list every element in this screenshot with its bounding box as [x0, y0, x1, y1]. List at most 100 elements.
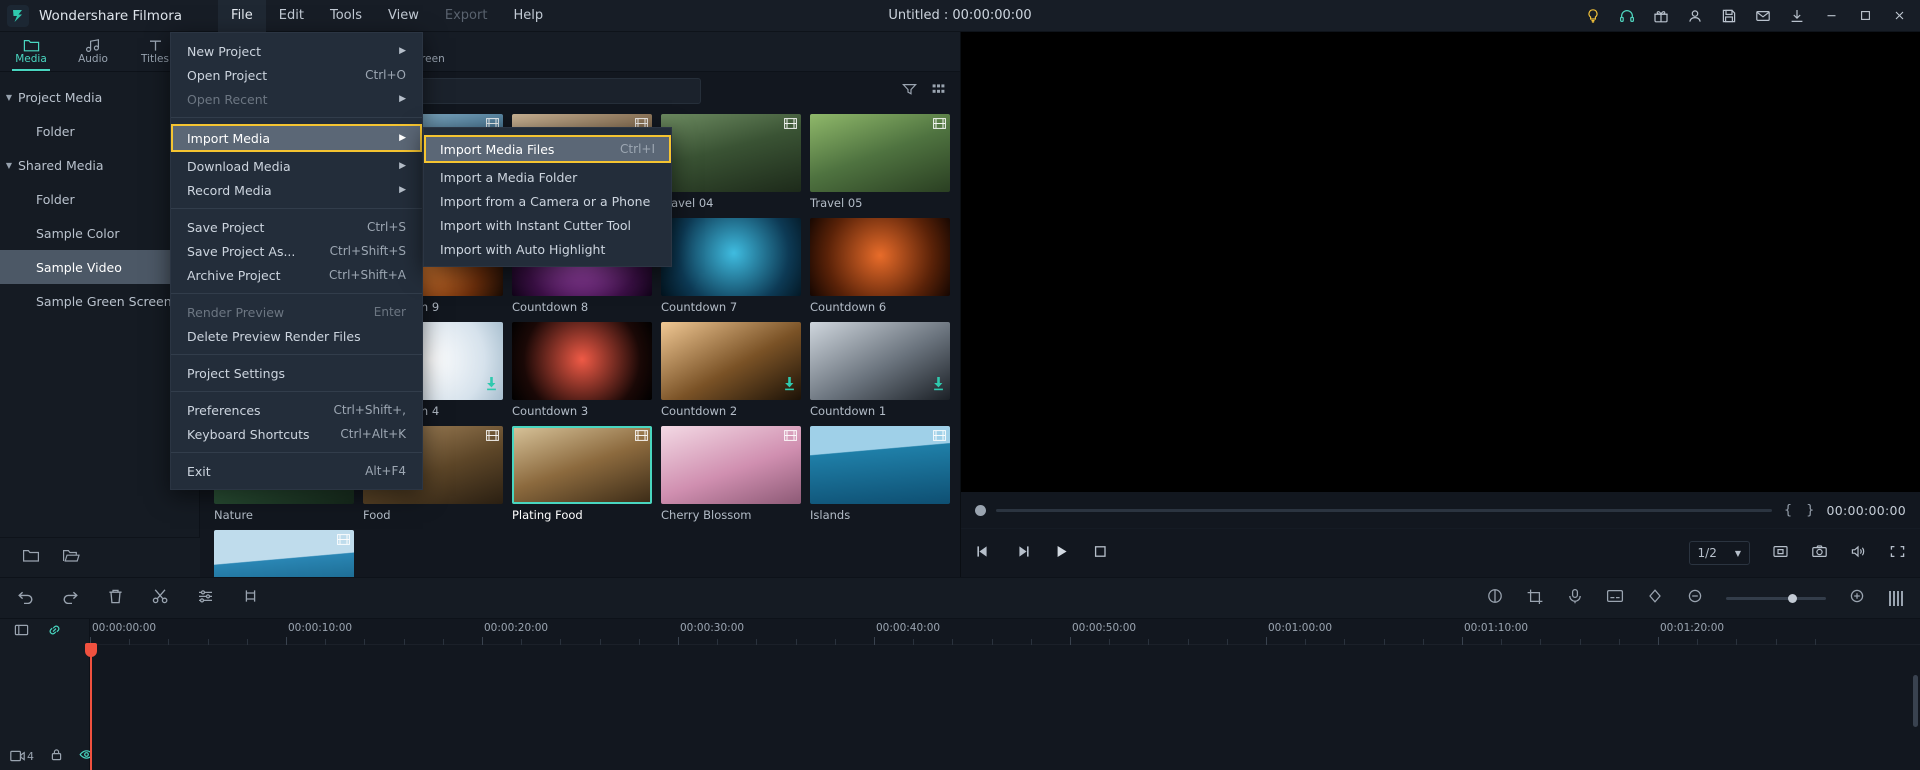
- marker-icon[interactable]: [241, 588, 260, 608]
- file-menu-item-archive-project[interactable]: Archive Project Ctrl+Shift+A: [171, 263, 422, 287]
- timeline-tracks[interactable]: [85, 643, 1920, 770]
- close-icon[interactable]: [1882, 0, 1916, 32]
- keyframe-icon[interactable]: [1646, 588, 1664, 608]
- media-thumbnail[interactable]: [810, 426, 950, 504]
- file-menu-item-download-media[interactable]: Download Media ▶: [171, 154, 422, 178]
- scrubber-track[interactable]: [996, 508, 1772, 512]
- crop-icon[interactable]: [1526, 588, 1544, 608]
- prev-frame-icon[interactable]: [975, 544, 992, 563]
- redo-icon[interactable]: [61, 588, 80, 608]
- mark-in-icon[interactable]: {: [1782, 503, 1794, 518]
- play-icon[interactable]: [1053, 544, 1070, 563]
- media-thumbnail[interactable]: [810, 218, 950, 296]
- file-menu-item-open-project[interactable]: Open Project Ctrl+O: [171, 63, 422, 87]
- gift-icon[interactable]: [1644, 0, 1678, 32]
- mark-out-icon[interactable]: }: [1804, 503, 1816, 518]
- media-item[interactable]: Islands: [810, 426, 950, 522]
- chevron-down-icon[interactable]: ▼: [0, 161, 18, 170]
- menu-help[interactable]: Help: [500, 0, 556, 32]
- snapshot-icon[interactable]: [1811, 544, 1828, 563]
- import-submenu-item-import-a-media-folder[interactable]: Import a Media Folder: [424, 165, 671, 189]
- file-menu-item-new-project[interactable]: New Project ▶: [171, 39, 422, 63]
- tab-media[interactable]: Media: [0, 31, 62, 71]
- chevron-down-icon[interactable]: ▼: [1735, 549, 1741, 558]
- zoom-out-icon[interactable]: [1686, 588, 1704, 608]
- file-menu-item-exit[interactable]: Exit Alt+F4: [171, 459, 422, 483]
- zoom-slider-handle[interactable]: [1788, 593, 1797, 603]
- save-icon[interactable]: [1712, 0, 1746, 32]
- zoom-slider[interactable]: [1726, 593, 1826, 603]
- timeline-scrollbar[interactable]: [1913, 675, 1918, 727]
- import-submenu-item-import-media-files[interactable]: Import Media Files Ctrl+I: [424, 135, 671, 163]
- tab-audio[interactable]: Audio: [62, 31, 124, 71]
- menu-view[interactable]: View: [375, 0, 432, 32]
- media-thumbnail[interactable]: [512, 426, 652, 504]
- playhead-handle[interactable]: [85, 643, 97, 657]
- file-menu-item-save-project-as[interactable]: Save Project As... Ctrl+Shift+S: [171, 239, 422, 263]
- maximize-icon[interactable]: [1848, 0, 1882, 32]
- media-thumbnail[interactable]: [512, 322, 652, 400]
- media-item[interactable]: Cherry Blossom: [661, 426, 801, 522]
- media-item[interactable]: Travel 04: [661, 114, 801, 210]
- link-icon[interactable]: [47, 623, 62, 641]
- fullscreen-icon[interactable]: [1772, 544, 1789, 563]
- media-item[interactable]: Countdown 6: [810, 218, 950, 314]
- folder-open-icon[interactable]: [62, 548, 80, 567]
- import-media-submenu[interactable]: Import Media Files Ctrl+I Import a Media F…: [423, 127, 672, 267]
- cut-icon[interactable]: [151, 588, 170, 608]
- download-badge-icon[interactable]: [485, 377, 498, 395]
- media-item[interactable]: Travel 05: [810, 114, 950, 210]
- media-thumbnail[interactable]: [810, 322, 950, 400]
- mixer-icon[interactable]: [196, 588, 215, 608]
- minimize-icon[interactable]: [1814, 0, 1848, 32]
- download-badge-icon[interactable]: [783, 377, 796, 395]
- mail-icon[interactable]: [1746, 0, 1780, 32]
- import-submenu-item-import-with-auto-highlight[interactable]: Import with Auto Highlight: [424, 237, 671, 261]
- volume-icon[interactable]: [1850, 544, 1867, 563]
- expand-icon[interactable]: [1889, 544, 1906, 563]
- file-menu-item-record-media[interactable]: Record Media ▶: [171, 178, 422, 202]
- render-bar-icon[interactable]: [1888, 590, 1904, 607]
- next-frame-icon[interactable]: [1014, 544, 1031, 563]
- media-item[interactable]: Countdown 3: [512, 322, 652, 418]
- headset-icon[interactable]: [1610, 0, 1644, 32]
- file-menu-item-delete-preview-render-files[interactable]: Delete Preview Render Files: [171, 324, 422, 348]
- file-menu-item-keyboard-shortcuts[interactable]: Keyboard Shortcuts Ctrl+Alt+K: [171, 422, 422, 446]
- menu-file[interactable]: File: [218, 0, 266, 32]
- import-submenu-item-import-with-instant-cutter-tool[interactable]: Import with Instant Cutter Tool: [424, 213, 671, 237]
- media-item[interactable]: Countdown 1: [810, 322, 950, 418]
- media-thumbnail[interactable]: [810, 114, 950, 192]
- media-thumbnail[interactable]: [661, 114, 801, 192]
- file-menu-item-project-settings[interactable]: Project Settings: [171, 361, 422, 385]
- lightbulb-icon[interactable]: [1576, 0, 1610, 32]
- download-icon[interactable]: [1780, 0, 1814, 32]
- file-menu-item-preferences[interactable]: Preferences Ctrl+Shift+,: [171, 398, 422, 422]
- media-item[interactable]: Plating Food: [512, 426, 652, 522]
- timeline-ruler[interactable]: 00:00:00:00 00:00:10:00 00:00:20:00 00:00:3…: [90, 619, 1920, 645]
- media-item[interactable]: Countdown 2: [661, 322, 801, 418]
- auto-ripple-icon[interactable]: [14, 623, 29, 641]
- filter-icon[interactable]: [902, 82, 917, 100]
- playhead[interactable]: [85, 643, 97, 770]
- menu-edit[interactable]: Edit: [266, 0, 317, 32]
- preview-quality-select[interactable]: 1/2 ▼: [1688, 541, 1750, 565]
- zoom-in-icon[interactable]: [1848, 588, 1866, 608]
- account-icon[interactable]: [1678, 0, 1712, 32]
- media-thumbnail[interactable]: [661, 426, 801, 504]
- subtitle-icon[interactable]: [1606, 588, 1624, 608]
- file-menu-item-save-project[interactable]: Save Project Ctrl+S: [171, 215, 422, 239]
- preview-scrubber[interactable]: { } 00:00:00:00: [961, 492, 1920, 528]
- stop-icon[interactable]: [1092, 544, 1109, 563]
- menu-tools[interactable]: Tools: [317, 0, 375, 32]
- grid-view-icon[interactable]: [931, 82, 946, 100]
- preview-stage[interactable]: [961, 32, 1920, 492]
- color-match-icon[interactable]: [1486, 588, 1504, 608]
- undo-icon[interactable]: [16, 588, 35, 608]
- scrubber-handle[interactable]: [975, 504, 986, 516]
- chevron-down-icon[interactable]: ▼: [0, 93, 18, 102]
- import-submenu-item-import-from-a-camera-or-a-phone[interactable]: Import from a Camera or a Phone: [424, 189, 671, 213]
- delete-icon[interactable]: [106, 588, 125, 608]
- lock-icon[interactable]: [50, 748, 63, 765]
- file-menu-dropdown[interactable]: New Project ▶ Open Project Ctrl+O Open Recen…: [170, 32, 423, 490]
- media-thumbnail[interactable]: [661, 322, 801, 400]
